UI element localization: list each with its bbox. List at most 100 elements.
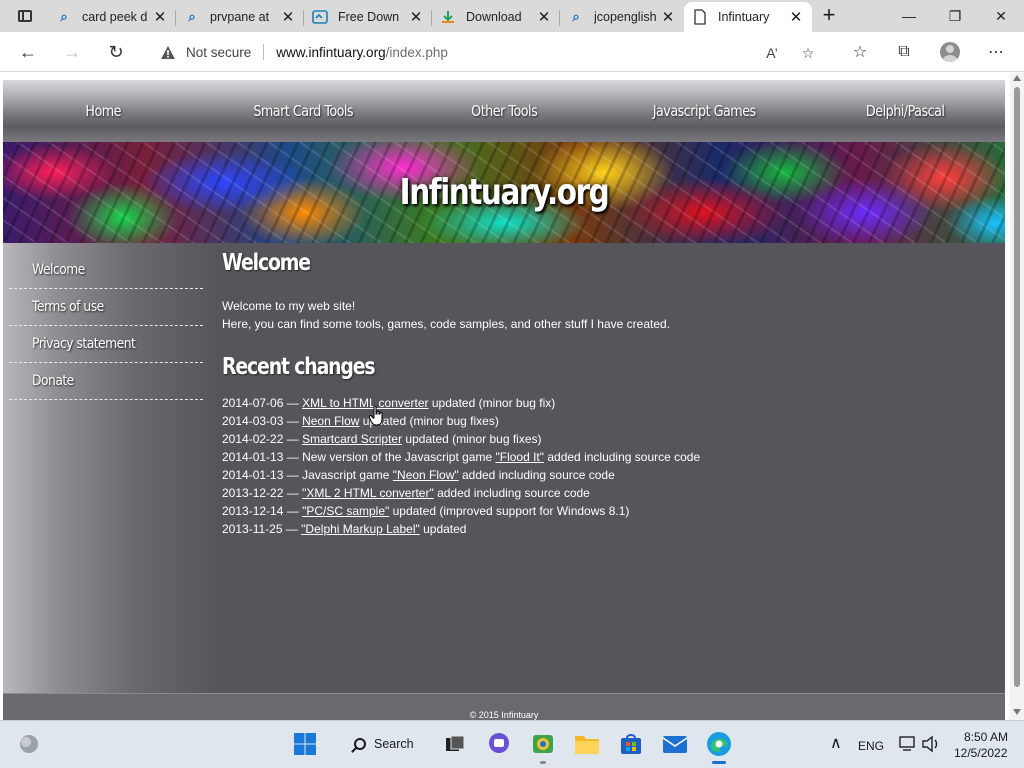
tab-title: Download: [466, 10, 522, 24]
browser-tab[interactable]: Download ✕: [432, 2, 560, 32]
site-footer: © 2015 Infintuary: [3, 693, 1005, 720]
search-icon: ⌕: [188, 9, 196, 24]
change-link[interactable]: "Neon Flow": [393, 468, 459, 482]
mail-icon[interactable]: [662, 731, 688, 757]
forward-arrow-icon[interactable]: →: [58, 38, 86, 66]
refresh-icon[interactable]: ↻: [102, 38, 130, 66]
search-label: Search: [374, 737, 414, 751]
site-container: Home Smart Card Tools Other Tools Javasc…: [3, 80, 1005, 720]
close-tab-icon[interactable]: ✕: [536, 8, 552, 26]
change-link[interactable]: XML to HTML converter: [302, 396, 428, 410]
url-host[interactable]: www.infintuary.org: [276, 45, 385, 60]
recent-changes-list: 2014-07-06 — XML to HTML converter updat…: [222, 394, 982, 538]
close-tab-icon[interactable]: ✕: [788, 8, 804, 26]
favorites-icon[interactable]: ☆: [848, 40, 872, 64]
welcome-text-line: Welcome to my web site!: [222, 299, 356, 313]
collections-icon[interactable]: ⧉: [892, 40, 916, 64]
chat-icon[interactable]: [486, 731, 512, 757]
back-arrow-icon[interactable]: ←: [14, 38, 42, 66]
sidebar-item-label: Privacy statement: [32, 336, 136, 352]
list-item: 2013-12-22 — "XML 2 HTML converter" adde…: [222, 486, 590, 500]
language-indicator[interactable]: ENG: [858, 739, 884, 753]
close-window-icon[interactable]: ✕: [978, 0, 1024, 32]
welcome-heading: Welcome: [222, 250, 311, 276]
browser-tab[interactable]: ⌕ jcopenglish ✕: [560, 2, 684, 32]
profile-avatar[interactable]: [938, 40, 962, 64]
close-tab-icon[interactable]: ✕: [660, 8, 676, 26]
close-tab-icon[interactable]: ✕: [280, 8, 296, 26]
sidebar-item-privacy[interactable]: Privacy statement: [9, 326, 203, 363]
nav-delphi-pascal-link[interactable]: Delphi/Pascal: [820, 80, 990, 142]
nav-javascript-games-link[interactable]: Javascript Games: [619, 80, 789, 142]
scroll-thumb[interactable]: [1014, 87, 1020, 687]
warning-icon[interactable]: [160, 44, 176, 60]
settings-more-icon[interactable]: ⋯: [984, 40, 1008, 64]
hand-cursor-icon: [369, 406, 383, 426]
sidebar-item-terms[interactable]: Terms of use: [9, 289, 203, 326]
edge-browser-icon[interactable]: [706, 731, 732, 757]
url-path[interactable]: /index.php: [386, 45, 448, 60]
show-hidden-icons-icon[interactable]: ∧: [830, 733, 842, 753]
main-content: Welcome Welcome to my web site! Here, yo…: [222, 250, 982, 538]
network-icon[interactable]: [896, 734, 918, 754]
site-sidebar: Welcome Terms of use Privacy statement D…: [3, 243, 217, 693]
sidebar-item-welcome[interactable]: Welcome: [9, 252, 203, 289]
add-favorite-icon[interactable]: ☆: [798, 43, 818, 63]
list-item: 2014-07-06 — XML to HTML converter updat…: [222, 396, 556, 410]
list-item: 2014-01-13 — New version of the Javascri…: [222, 450, 701, 464]
volume-icon[interactable]: [920, 734, 942, 754]
tab-title: Free Down: [338, 10, 400, 24]
new-tab-button[interactable]: +: [818, 4, 840, 28]
security-status[interactable]: Not secure: [186, 45, 251, 60]
change-link[interactable]: "PC/SC sample": [302, 504, 389, 518]
task-view-icon[interactable]: [442, 731, 468, 757]
nav-home-link[interactable]: Home: [18, 80, 188, 142]
browser-tab[interactable]: ⌕ prvpane at ✕: [176, 2, 304, 32]
clock-time[interactable]: 8:50 AM: [964, 730, 1008, 744]
photo-app-icon[interactable]: [530, 731, 556, 757]
address-bar[interactable]: Not secure www.infintuary.org/index.php …: [146, 37, 832, 67]
change-link[interactable]: Smartcard Scripter: [302, 432, 402, 446]
store-icon[interactable]: [618, 731, 644, 757]
search-icon: [354, 738, 366, 750]
tab-title: prvpane at: [210, 10, 270, 24]
list-item: 2014-01-13 — Javascript game "Neon Flow"…: [222, 468, 615, 482]
page-viewport: Home Smart Card Tools Other Tools Javasc…: [0, 73, 1024, 720]
recent-changes-heading: Recent changes: [222, 354, 376, 380]
sidebar-item-label: Welcome: [32, 262, 85, 278]
browser-tab-active[interactable]: Infintuary ✕: [684, 2, 812, 32]
change-link[interactable]: "XML 2 HTML converter": [302, 486, 434, 500]
restore-icon[interactable]: ❐: [932, 0, 978, 32]
welcome-text-line: Here, you can find some tools, games, co…: [222, 317, 671, 331]
nav-other-tools-link[interactable]: Other Tools: [419, 80, 589, 142]
minimize-icon[interactable]: —: [886, 0, 932, 32]
tab-actions-menu-icon[interactable]: [8, 4, 42, 28]
taskbar-search-button[interactable]: Search: [342, 730, 418, 758]
browser-tab[interactable]: Free Down ✕: [304, 2, 432, 32]
sidebar-item-label: Terms of use: [32, 299, 104, 315]
site-banner: Infintuary.org: [3, 142, 1005, 243]
list-item: 2014-03-03 — Neon Flow updated (minor bu…: [222, 414, 499, 428]
windows-taskbar: Search ∧ ENG 8:50 AM 12/5/2022: [0, 720, 1024, 768]
weather-widget-icon[interactable]: [16, 731, 42, 757]
site-nav-bar: Home Smart Card Tools Other Tools Javasc…: [3, 80, 1005, 142]
file-explorer-icon[interactable]: [574, 731, 600, 757]
change-link[interactable]: Neon Flow: [302, 414, 359, 428]
change-link[interactable]: "Delphi Markup Label": [301, 522, 420, 536]
nav-smart-card-tools-link[interactable]: Smart Card Tools: [218, 80, 388, 142]
scroll-up-icon[interactable]: [1013, 75, 1021, 81]
close-tab-icon[interactable]: ✕: [152, 8, 168, 26]
scroll-down-icon[interactable]: [1013, 709, 1021, 715]
list-item: 2014-02-22 — Smartcard Scripter updated …: [222, 432, 542, 446]
browser-tab-strip: ⌕ card peek d ✕ ⌕ prvpane at ✕ Free Down…: [0, 0, 1024, 32]
change-link[interactable]: "Flood It": [495, 450, 544, 464]
list-item: 2013-12-14 — "PC/SC sample" updated (imp…: [222, 504, 630, 518]
clock-date[interactable]: 12/5/2022: [954, 746, 1007, 760]
sidebar-item-donate[interactable]: Donate: [9, 363, 203, 400]
page-scrollbar[interactable]: [1010, 73, 1024, 720]
start-icon[interactable]: [292, 731, 318, 757]
browser-tab[interactable]: ⌕ card peek d ✕: [48, 2, 176, 32]
close-tab-icon[interactable]: ✕: [408, 8, 424, 26]
sidebar-item-label: Donate: [32, 373, 74, 389]
read-aloud-icon[interactable]: A’: [762, 43, 782, 63]
